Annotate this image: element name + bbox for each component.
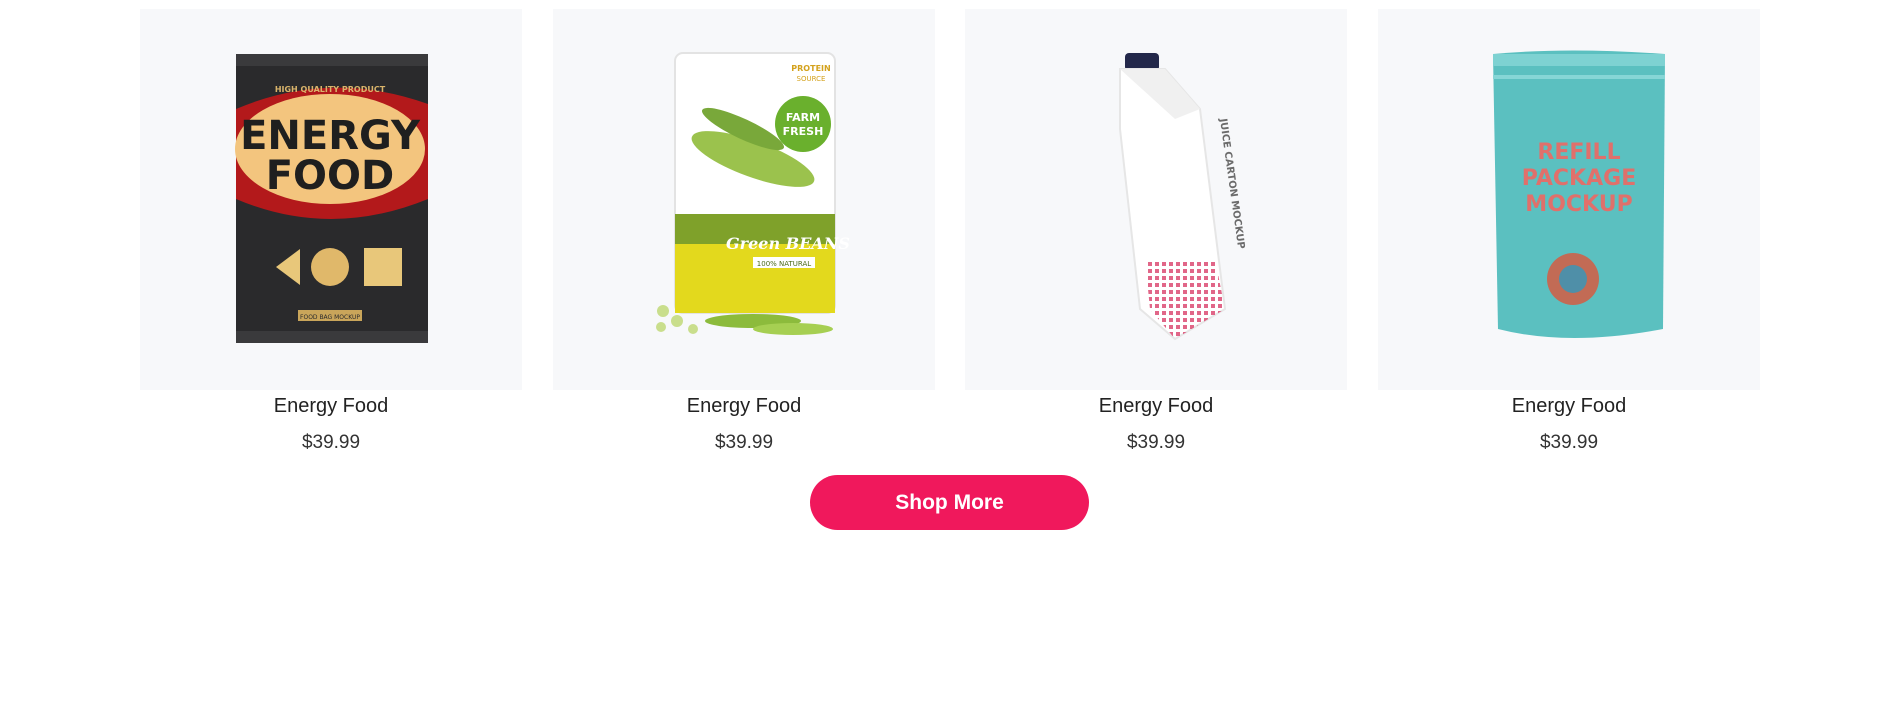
pack-footer: FOOD BAG MOCKUP xyxy=(300,314,360,321)
pack-title-food: FOOD xyxy=(266,153,395,199)
shop-more-button[interactable]: Shop More xyxy=(810,475,1089,530)
product-image-green-beans[interactable]: FARM FRESH PROTEIN SOURCE Green BEANS 10… xyxy=(553,9,935,390)
pack-badge-farm: FARM xyxy=(786,111,820,124)
pack-protein: PROTEIN xyxy=(791,64,830,73)
product-price: $39.99 xyxy=(301,432,361,453)
product-image-energy-food[interactable]: HIGH QUALITY PRODUCT ENERGY FOOD FOOD BA… xyxy=(140,9,522,390)
product-price: $39.99 xyxy=(714,432,774,453)
carton-label: JUICE CARTON MOCKUP xyxy=(1217,117,1246,250)
pack-natural: 100% NATURAL xyxy=(757,260,811,268)
pack-title-green-beans: Green BEANS xyxy=(726,234,850,253)
product-name[interactable]: Energy Food xyxy=(965,393,1347,419)
product-card[interactable]: JUICE CARTON MOCKUP Energy Food $39.99 xyxy=(965,9,1347,455)
product-grid: HIGH QUALITY PRODUCT ENERGY FOOD FOOD BA… xyxy=(140,9,1760,453)
product-card[interactable]: REFILL PACKAGE MOCKUP Energy Food $39.99 xyxy=(1378,9,1760,455)
product-card[interactable]: HIGH QUALITY PRODUCT ENERGY FOOD FOOD BA… xyxy=(140,9,522,455)
pack-source: SOURCE xyxy=(797,75,826,83)
product-name[interactable]: Energy Food xyxy=(1378,393,1760,419)
product-image-juice-carton[interactable]: JUICE CARTON MOCKUP xyxy=(965,9,1347,390)
pouch-line-2: PACKAGE xyxy=(1522,166,1636,191)
product-card[interactable]: FARM FRESH PROTEIN SOURCE Green BEANS 10… xyxy=(553,9,935,455)
pack-tagline: HIGH QUALITY PRODUCT xyxy=(275,85,386,94)
product-name[interactable]: Energy Food xyxy=(140,393,522,419)
pack-badge-fresh: FRESH xyxy=(783,125,824,138)
pouch-line-3: MOCKUP xyxy=(1525,192,1632,217)
product-price: $39.99 xyxy=(1539,432,1599,453)
pouch-line-1: REFILL xyxy=(1537,140,1620,165)
product-image-refill-pouch[interactable]: REFILL PACKAGE MOCKUP xyxy=(1378,9,1760,390)
product-price: $39.99 xyxy=(1126,432,1186,453)
product-name[interactable]: Energy Food xyxy=(553,393,935,419)
